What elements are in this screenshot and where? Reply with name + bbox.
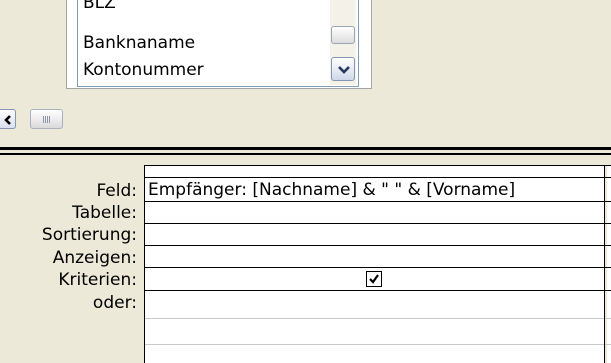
field-list[interactable]: BLZ Banknaname Kontonummer [77, 0, 359, 87]
scrollbar-thumb[interactable] [331, 26, 355, 44]
chevron-down-icon [338, 66, 350, 74]
row-label-sortierung: Sortierung: [41, 225, 137, 245]
grid-line [144, 318, 611, 319]
scroll-down-button[interactable] [331, 57, 355, 81]
grid-line [144, 245, 611, 246]
grid-line [144, 344, 611, 345]
row-label-feld: Feld: [96, 181, 137, 201]
list-item[interactable]: Kontonummer [83, 60, 204, 80]
list-item[interactable]: BLZ [83, 0, 116, 13]
checkmark-icon [369, 274, 379, 284]
field-expression-cell[interactable]: Empfänger: [Nachname] & " " & [Vorname] [148, 180, 515, 200]
grip-icon [43, 116, 51, 123]
grid-line [144, 201, 611, 202]
grid-column-2[interactable] [607, 165, 611, 363]
horizontal-scrollbar-thumb[interactable] [30, 109, 63, 129]
grid-line [144, 290, 611, 291]
row-label-tabelle: Tabelle: [72, 203, 137, 223]
show-checkbox[interactable] [366, 271, 382, 287]
row-label-anzeigen: Anzeigen: [52, 248, 137, 268]
row-label-oder: oder: [92, 293, 137, 313]
grid-line [144, 223, 611, 224]
list-item[interactable]: Banknaname [83, 33, 195, 53]
chevron-left-icon [4, 115, 11, 125]
row-label-kriterien: Kriterien: [58, 270, 137, 290]
grid-line [604, 165, 605, 363]
scroll-left-button[interactable] [0, 109, 16, 129]
grid-line [144, 267, 611, 268]
grid-line [144, 165, 145, 363]
grid-line [144, 177, 611, 178]
grid-line [144, 165, 611, 166]
pane-splitter[interactable] [0, 147, 611, 150]
